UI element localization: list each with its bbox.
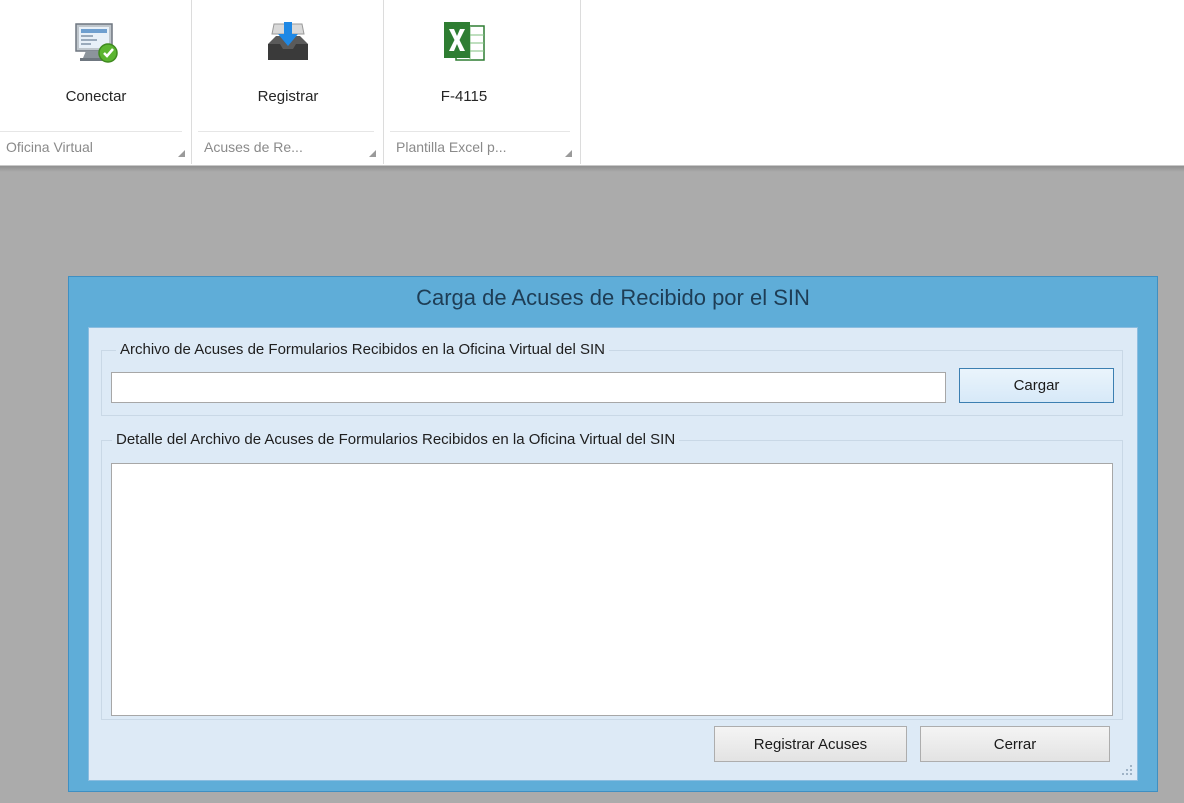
- registrar-acuses-button[interactable]: Registrar Acuses: [714, 726, 907, 762]
- file-path-input[interactable]: [111, 372, 946, 403]
- conectar-label: Conectar: [65, 88, 127, 105]
- ribbon-group-oficina-virtual: Conectar Oficina Virtual: [0, 0, 192, 164]
- dialog-title: Carga de Acuses de Recibido por el SIN: [416, 285, 810, 310]
- carga-acuses-dialog: Carga de Acuses de Recibido por el SIN A…: [68, 276, 1158, 792]
- group-label-acuses: Acuses de Re...: [198, 131, 374, 161]
- registrar-label: Registrar: [257, 88, 319, 105]
- ribbon-group-plantilla-excel: F-4115 Plantilla Excel p...: [384, 0, 581, 164]
- detail-groupbox: Detalle del Archivo de Acuses de Formula…: [101, 431, 1123, 720]
- cargar-button[interactable]: Cargar: [959, 368, 1114, 403]
- dialog-launcher-icon[interactable]: [565, 150, 572, 157]
- cerrar-button[interactable]: Cerrar: [920, 726, 1110, 762]
- dialog-launcher-icon[interactable]: [369, 150, 376, 157]
- detail-textarea[interactable]: [111, 463, 1113, 716]
- resize-grip-icon[interactable]: [1121, 764, 1133, 776]
- detail-groupbox-title: Detalle del Archivo de Acuses de Formula…: [112, 431, 680, 448]
- ribbon: Conectar Oficina Virtual Registrar Acuse…: [0, 0, 1184, 166]
- dialog-launcher-icon[interactable]: [178, 150, 185, 157]
- download-tray-icon: [268, 22, 308, 60]
- ribbon-group-acuses: Registrar Acuses de Re...: [192, 0, 384, 164]
- monitor-connect-icon: [75, 23, 118, 63]
- f4115-button[interactable]: F-4115: [409, 8, 519, 118]
- group-label-plantilla-excel: Plantilla Excel p...: [390, 131, 570, 161]
- ribbon-shadow: [0, 166, 1184, 172]
- excel-icon: [444, 22, 485, 61]
- f4115-label: F-4115: [440, 88, 488, 105]
- dialog-content-panel: Archivo de Acuses de Formularios Recibid…: [88, 327, 1138, 781]
- file-groupbox-title: Archivo de Acuses de Formularios Recibid…: [116, 341, 609, 358]
- file-groupbox: Archivo de Acuses de Formularios Recibid…: [101, 341, 1123, 416]
- registrar-button[interactable]: Registrar: [233, 8, 343, 118]
- conectar-button[interactable]: Conectar: [41, 8, 151, 118]
- group-label-oficina-virtual: Oficina Virtual: [0, 131, 182, 161]
